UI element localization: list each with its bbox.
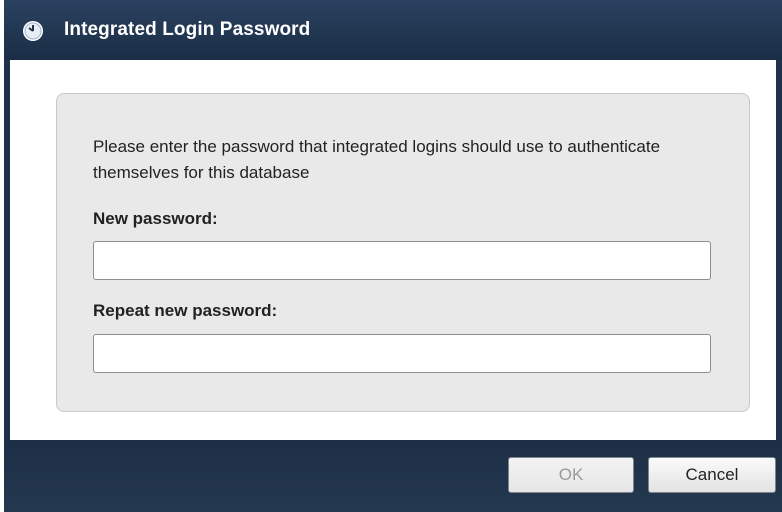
cancel-button[interactable]: Cancel [648,457,776,493]
title-bar[interactable]: Integrated Login Password [4,0,782,60]
instruction-text: Please enter the password that integrate… [93,137,661,182]
clock-icon [23,21,43,41]
dialog-footer: OK Cancel [4,440,782,512]
ok-button[interactable]: OK [508,457,634,493]
dialog-content: Please enter the password that integrate… [10,60,776,440]
new-password-field[interactable] [93,241,711,280]
password-panel: Please enter the password that integrate… [56,93,750,412]
new-password-label: New password: [93,209,218,228]
dialog-window: Integrated Login Password Please enter t… [4,0,782,512]
repeat-password-field[interactable] [93,334,711,373]
repeat-password-label: Repeat new password: [93,301,278,320]
dialog-title: Integrated Login Password [64,19,311,40]
